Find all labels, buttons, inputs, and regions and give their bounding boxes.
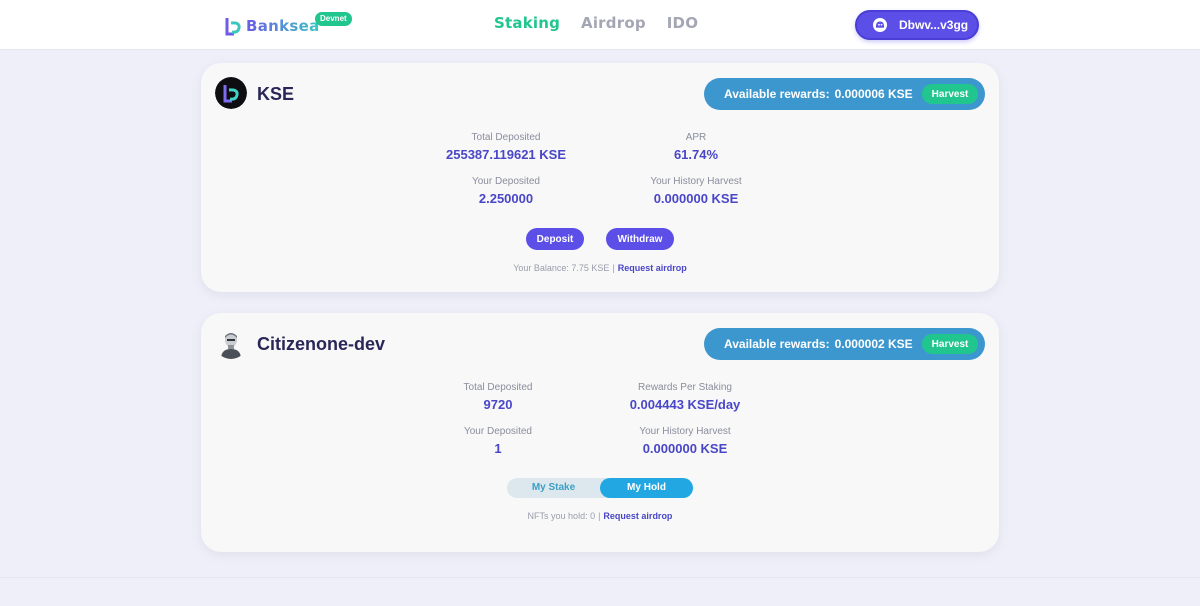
rewards-panel: Available rewards: 0.000002 KSE Harvest <box>704 328 985 360</box>
stat-history-harvest: Your History Harvest 0.000000 KSE <box>596 176 796 206</box>
rewards-value: 0.000002 KSE <box>834 337 913 351</box>
rewards-label: Available rewards: <box>724 337 830 351</box>
stat-value: 0.000000 KSE <box>642 441 728 456</box>
stat-value: 0.004443 KSE/day <box>629 397 741 412</box>
rewards-label: Available rewards: <box>724 87 830 101</box>
separator: | <box>612 263 615 273</box>
stat-label: Your Deposited <box>471 176 540 187</box>
stat-label: Your History Harvest <box>650 176 742 187</box>
tab-my-hold[interactable]: My Hold <box>600 478 693 498</box>
harvest-button[interactable]: Harvest <box>921 84 979 104</box>
stat-label: Total Deposited <box>463 382 533 393</box>
stat-label: Your Deposited <box>463 426 532 437</box>
wallet-button[interactable]: Dbwv...v3gg <box>855 10 979 40</box>
stat-total-deposited: Total Deposited 255387.119621 KSE <box>406 132 606 162</box>
request-airdrop-link[interactable]: Request airdrop <box>603 511 672 521</box>
pool-card-kse: KSE Available rewards: 0.000006 KSE Harv… <box>201 63 999 292</box>
stat-label: Total Deposited <box>471 132 541 143</box>
stat-rewards-per-staking: Rewards Per Staking 0.004443 KSE/day <box>585 382 785 412</box>
separator: | <box>598 511 601 521</box>
nav-ido[interactable]: IDO <box>667 14 698 32</box>
request-airdrop-link[interactable]: Request airdrop <box>618 263 687 273</box>
stat-label: Your History Harvest <box>639 426 731 437</box>
hold-line: NFTs you hold: 0 | Request airdrop <box>201 511 999 521</box>
stake-hold-toggle: My Stake My Hold <box>507 478 693 498</box>
wallet-address: Dbwv...v3gg <box>899 18 969 32</box>
phantom-ghost-icon <box>873 18 887 32</box>
action-buttons: Deposit Withdraw <box>201 228 999 250</box>
stat-label: APR <box>685 132 707 143</box>
main-nav: Staking Airdrop IDO <box>494 14 698 32</box>
kse-token-icon <box>215 77 247 109</box>
nav-staking[interactable]: Staking <box>494 14 560 32</box>
stat-your-deposited: Your Deposited 2.250000 <box>406 176 606 206</box>
pool-title: KSE <box>257 84 295 104</box>
stat-value: 1 <box>494 441 502 456</box>
rewards-panel: Available rewards: 0.000006 KSE Harvest <box>704 78 985 110</box>
logo-text: Banksea <box>246 17 320 35</box>
nav-airdrop[interactable]: Airdrop <box>581 14 646 32</box>
stat-value: 61.74% <box>673 147 719 162</box>
stat-history-harvest: Your History Harvest 0.000000 KSE <box>585 426 785 456</box>
balance-line: Your Balance: 7.75 KSE | Request airdrop <box>201 263 999 273</box>
top-navbar: Banksea Devnet Staking Airdrop IDO Dbwv.… <box>0 0 1200 50</box>
rewards-value: 0.000006 KSE <box>834 87 913 101</box>
stat-label: Rewards Per Staking <box>638 382 732 393</box>
stat-value: 255387.119621 KSE <box>446 147 566 162</box>
stat-your-deposited: Your Deposited 1 <box>398 426 598 456</box>
stat-value: 0.000000 KSE <box>653 191 739 206</box>
citizen-nft-avatar-icon <box>215 327 247 359</box>
banksea-logo[interactable]: Banksea <box>224 14 320 38</box>
withdraw-button[interactable]: Withdraw <box>606 228 674 250</box>
stat-total-deposited: Total Deposited 9720 <box>398 382 598 412</box>
harvest-button[interactable]: Harvest <box>921 334 979 354</box>
deposit-button[interactable]: Deposit <box>526 228 584 250</box>
stat-apr: APR 61.74% <box>596 132 796 162</box>
nfts-hold-text: NFTs you hold: 0 <box>527 511 596 521</box>
network-badge: Devnet <box>315 12 352 26</box>
stat-value: 2.250000 <box>478 191 534 206</box>
banksea-logo-icon <box>225 18 241 36</box>
pool-card-citizenone: Citizenone-dev Available rewards: 0.0000… <box>201 313 999 552</box>
page-footer-divider <box>0 570 1200 578</box>
stat-value: 9720 <box>483 397 513 412</box>
balance-text: Your Balance: 7.75 KSE <box>513 263 610 273</box>
pool-title: Citizenone-dev <box>257 334 386 354</box>
tab-my-stake[interactable]: My Stake <box>507 478 600 498</box>
